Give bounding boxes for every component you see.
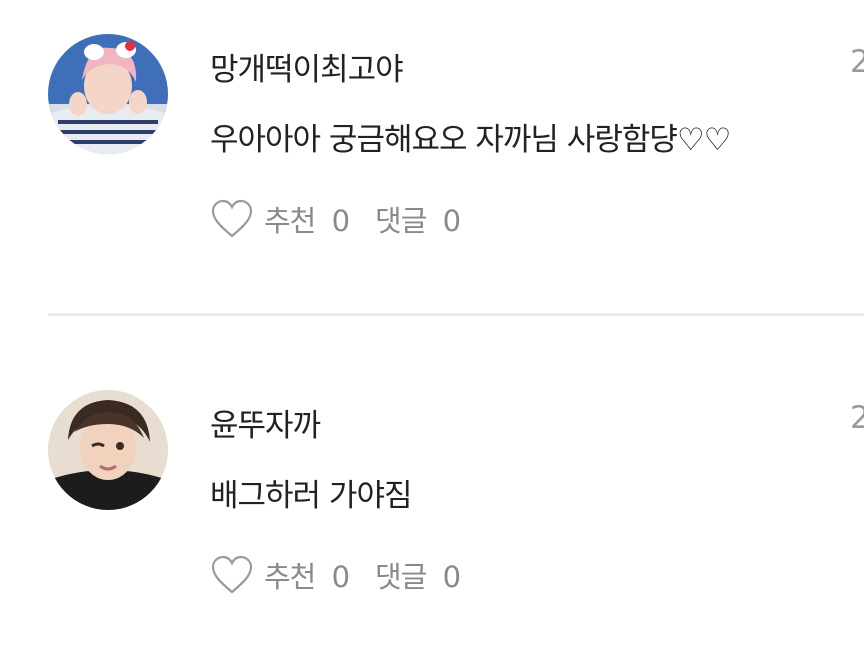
like-button[interactable]: 추천 0 [264,198,350,240]
reply-label: 댓글 [375,560,427,594]
reply-count: 0 [442,560,461,594]
avatar[interactable] [48,34,168,154]
reply-count: 0 [442,204,461,238]
comment-author[interactable]: 망개떡이최고야 [210,44,404,89]
heart-outline-icon[interactable] [210,198,254,240]
like-label: 추천 [264,204,316,238]
heart-outline-icon[interactable] [210,554,254,596]
reply-label: 댓글 [375,204,427,238]
comment-item: 망개떡이최고야 2 우아아아 궁금해요오 자까님 사랑함댱♡♡ 추천 0 댓글 … [0,0,864,316]
divider [48,313,864,316]
comment-timestamp: 2 [850,400,864,436]
like-label: 추천 [264,560,316,594]
comment-actions: 추천 0 댓글 0 [210,196,461,242]
like-button[interactable]: 추천 0 [264,554,350,596]
like-count: 0 [331,204,350,238]
comment-text: 배그하러 가야짐 [210,478,412,514]
comment-timestamp: 2 [850,44,864,80]
comment-item: 윤뚜자까 2 배그하러 가야짐 추천 0 댓글 0 [0,356,864,656]
comment-author[interactable]: 윤뚜자까 [210,400,321,445]
avatar[interactable] [48,390,168,510]
reply-button[interactable]: 댓글 0 [375,554,461,596]
reply-button[interactable]: 댓글 0 [375,198,461,240]
comment-text: 우아아아 궁금해요오 자까님 사랑함댱♡♡ [210,122,731,158]
comment-actions: 추천 0 댓글 0 [210,552,461,598]
like-count: 0 [331,560,350,594]
